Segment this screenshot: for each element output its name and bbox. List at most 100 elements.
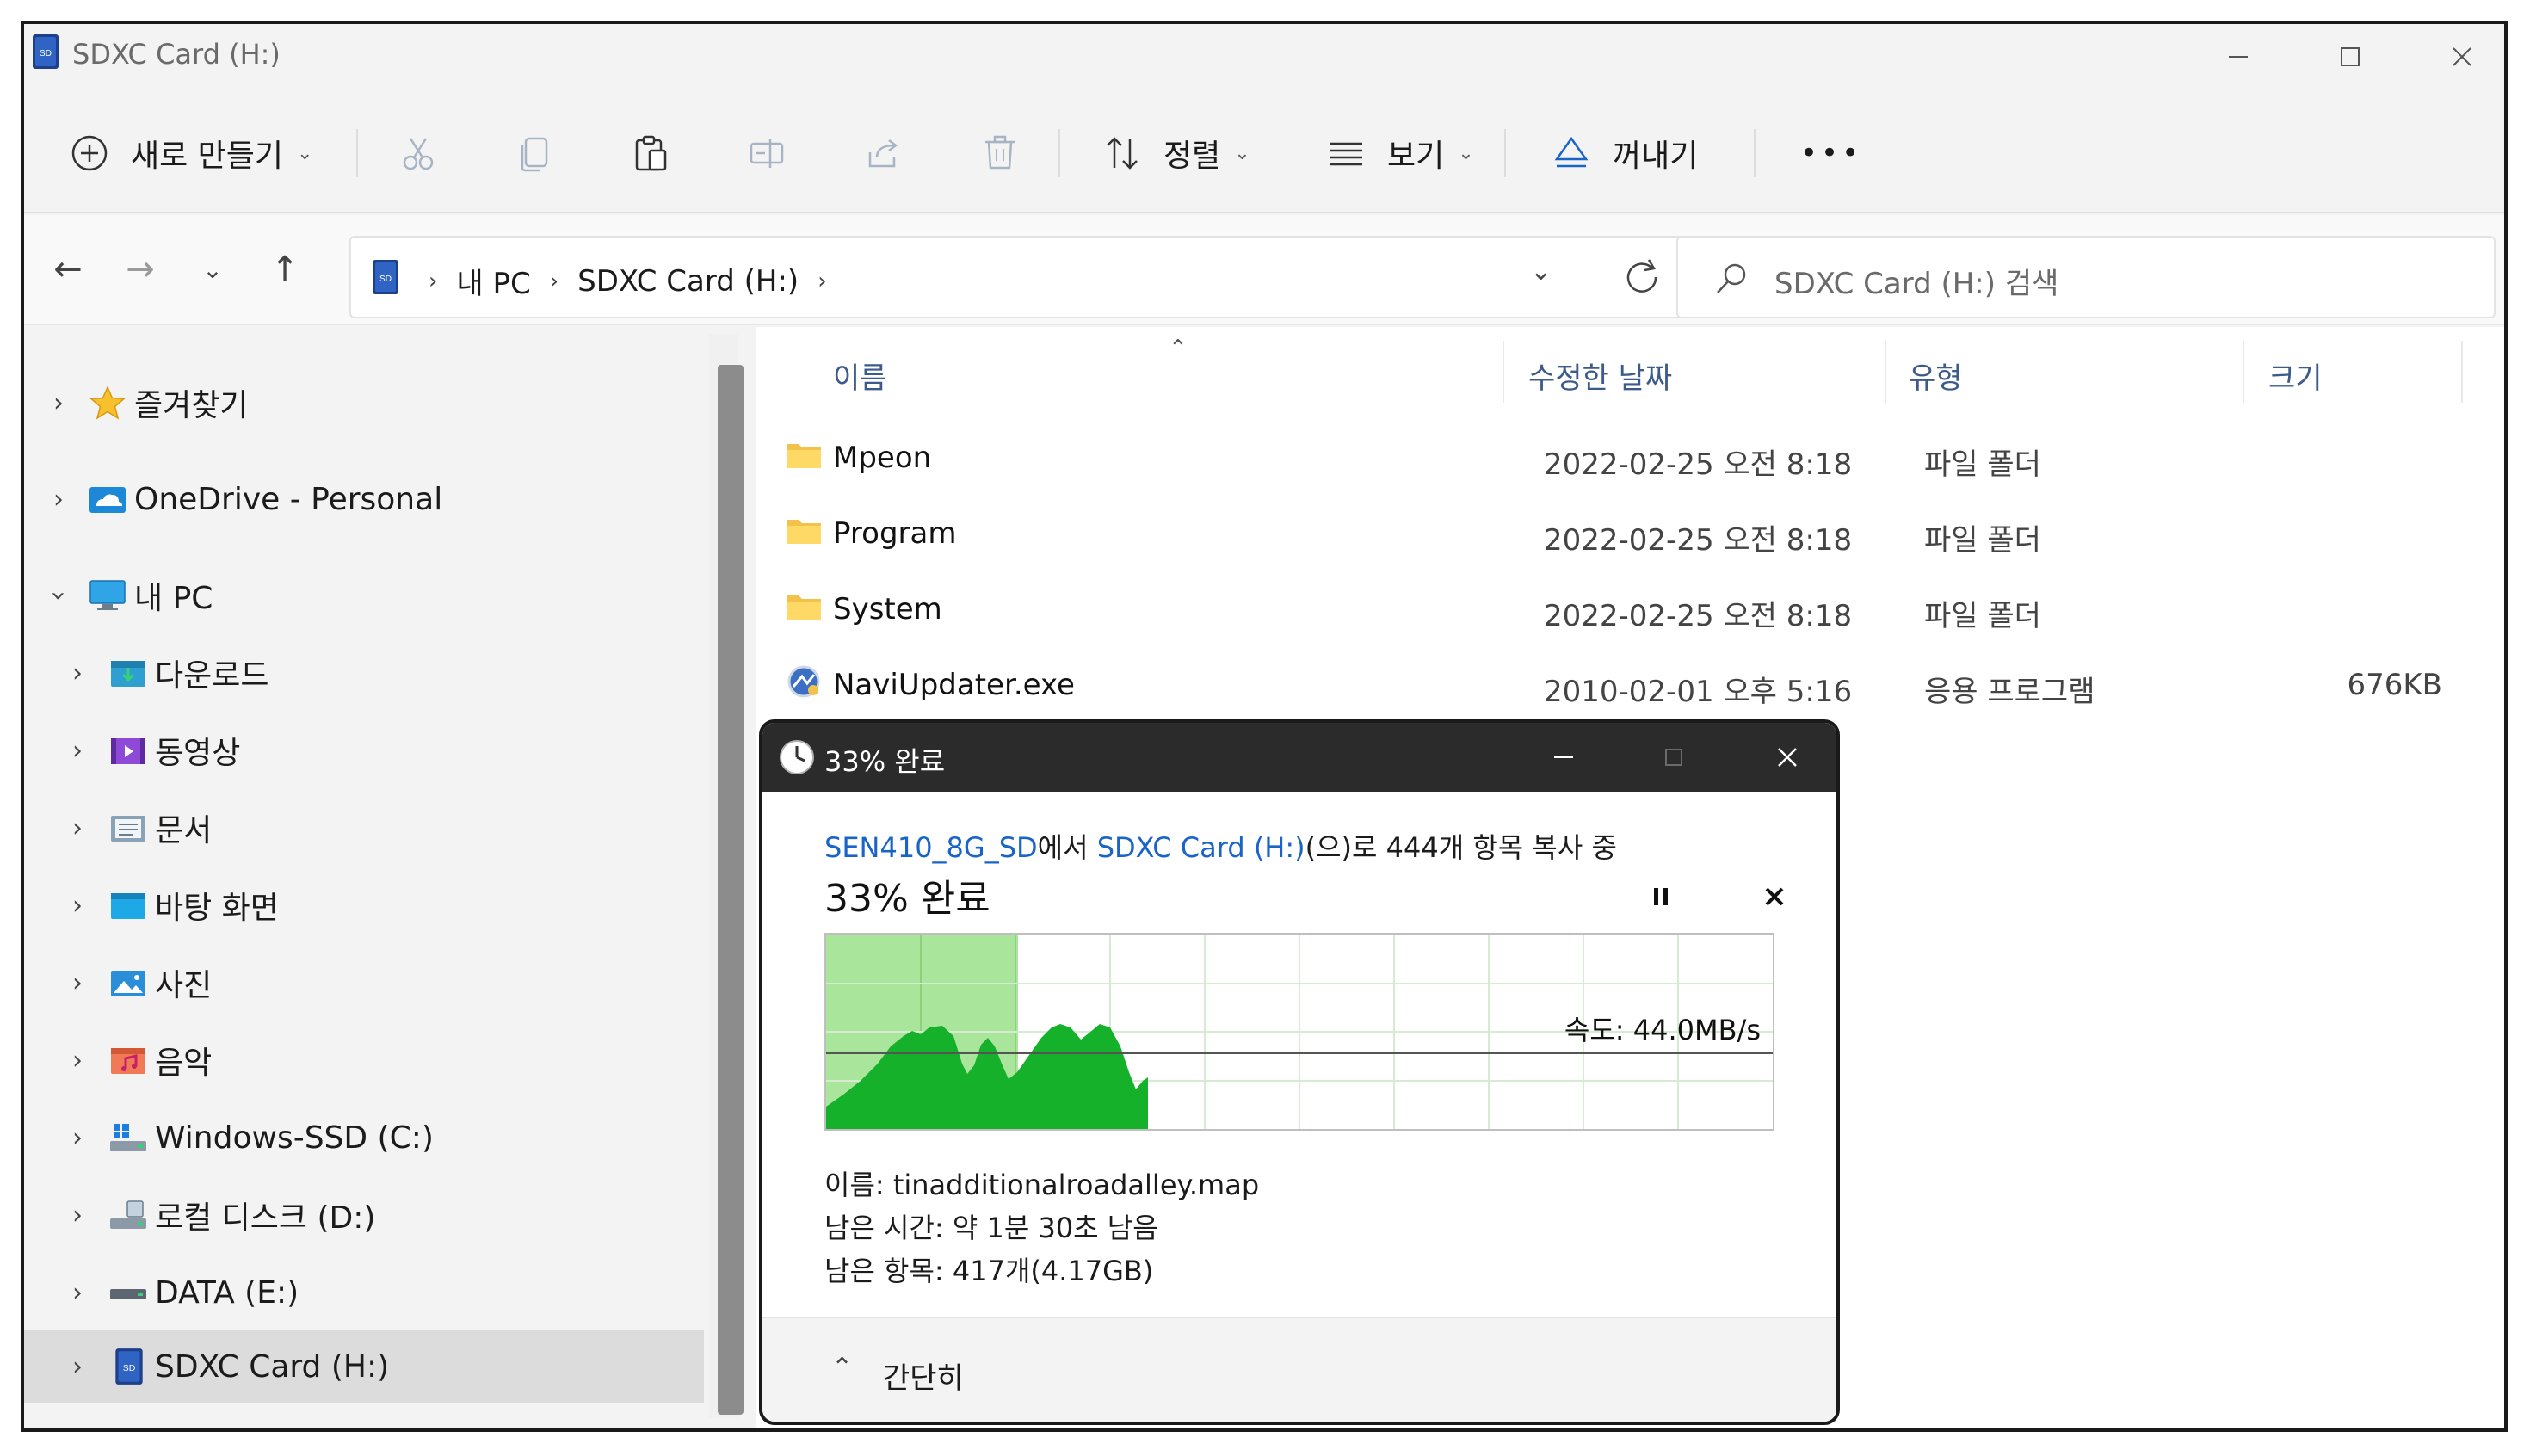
arrow-up-icon: ↑: [270, 250, 299, 289]
share-button[interactable]: [859, 117, 907, 189]
chevron-right-icon[interactable]: ›: [60, 891, 95, 921]
close-button[interactable]: [2406, 29, 2504, 84]
file-row[interactable]: NaviUpdater.exe 2010-02-01 오후 5:16 응용 프로…: [781, 649, 2485, 723]
paste-button[interactable]: [626, 117, 675, 189]
file-row[interactable]: Mpeon 2022-02-25 오전 8:18 파일 폴더: [781, 422, 2485, 496]
file-name: System: [833, 592, 942, 626]
pause-icon: [1654, 888, 1668, 905]
column-header-name[interactable]: 이름: [833, 355, 887, 397]
recent-locations-button[interactable]: ⌄: [182, 239, 243, 299]
paste-icon: [635, 135, 667, 171]
sort-ascending-icon: ⌃: [1169, 336, 1188, 361]
sidebar-item-this-pc[interactable]: › 내 PC: [24, 559, 704, 632]
arrow-right-icon: →: [126, 250, 155, 289]
chevron-right-icon[interactable]: ›: [60, 1123, 95, 1153]
pictures-icon: [111, 971, 145, 996]
current-file-name: 이름: tinadditionalroadalley.map: [824, 1169, 1260, 1201]
sidebar-item-videos[interactable]: › 동영상: [24, 714, 704, 787]
chevron-right-icon: ›: [549, 268, 559, 294]
sidebar-item-label: 사진: [155, 968, 213, 1003]
rename-button[interactable]: [744, 117, 792, 189]
pause-button[interactable]: [1637, 873, 1685, 924]
chevron-right-icon[interactable]: ›: [60, 1200, 95, 1231]
dialog-close-button[interactable]: [1740, 728, 1835, 787]
sidebar-item-label: Windows-SSD (C:): [155, 1120, 434, 1156]
sidebar-item-documents[interactable]: › 문서: [24, 792, 704, 864]
sidebar-item-pictures[interactable]: › 사진: [24, 947, 704, 1019]
dialog-maximize-button[interactable]: [1626, 728, 1721, 787]
refresh-button[interactable]: [1611, 246, 1671, 310]
chevron-right-icon[interactable]: ›: [60, 1352, 95, 1382]
chevron-right-icon[interactable]: ›: [60, 968, 95, 998]
sidebar-item-label: DATA (E:): [155, 1274, 299, 1311]
sidebar-item-drive-h[interactable]: › SD SDXC Card (H:): [24, 1330, 704, 1403]
fewer-details-label: 간단히: [883, 1361, 964, 1396]
up-button[interactable]: ↑: [255, 239, 315, 299]
sidebar-item-music[interactable]: › 음악: [24, 1024, 704, 1096]
sidebar-item-onedrive[interactable]: › OneDrive - Personal: [24, 463, 704, 535]
file-row[interactable]: Program 2022-02-25 오전 8:18 파일 폴더: [781, 497, 2485, 571]
svg-text:SD: SD: [40, 49, 52, 59]
destination-suffix: (으)로 444개 항목 복사 중: [1305, 831, 1617, 864]
chevron-right-icon[interactable]: ›: [60, 736, 95, 766]
sidebar-item-drive-c[interactable]: › Windows-SSD (C:): [24, 1101, 704, 1174]
search-input[interactable]: SDXC Card (H:) 검색: [1774, 260, 2058, 302]
new-label: 새로 만들기: [131, 139, 284, 174]
sidebar-item-label: OneDrive - Personal: [134, 481, 443, 517]
local-disk-icon: [110, 1200, 146, 1229]
sidebar-item-drive-e[interactable]: › DATA (E:): [24, 1256, 704, 1329]
cut-button[interactable]: [394, 117, 442, 189]
maximize-icon: [2341, 47, 2360, 66]
chevron-right-icon[interactable]: ›: [60, 1278, 95, 1308]
delete-button[interactable]: [976, 117, 1024, 189]
chevron-right-icon[interactable]: ›: [818, 268, 826, 294]
chevron-right-icon[interactable]: ›: [60, 1046, 95, 1076]
folder-icon: [787, 595, 821, 620]
file-modified: 2022-02-25 오전 8:18: [1544, 447, 1853, 482]
cancel-copy-button[interactable]: [1750, 873, 1799, 924]
back-button[interactable]: ←: [38, 239, 98, 299]
breadcrumb-item-pc[interactable]: 내 PC: [456, 260, 530, 302]
copy-button[interactable]: [511, 117, 559, 189]
more-button[interactable]: •••: [1792, 117, 1862, 189]
clock-icon: [780, 740, 814, 774]
view-button[interactable]: 보기 ⌄: [1322, 117, 1474, 189]
drive-icon: [110, 1289, 146, 1299]
destination-link[interactable]: SDXC Card (H:): [1097, 831, 1305, 864]
address-bar[interactable]: SD › 내 PC › SDXC Card (H:) › ⌄: [349, 236, 1685, 318]
address-dropdown-button[interactable]: ⌄: [1530, 256, 1552, 287]
maximize-button[interactable]: [2294, 29, 2406, 84]
eject-button[interactable]: 꺼내기: [1547, 117, 1698, 189]
source-suffix: 에서: [1037, 831, 1097, 864]
chevron-right-icon[interactable]: ›: [60, 658, 95, 688]
sidebar-item-favorites[interactable]: › 즐겨찾기: [24, 367, 704, 439]
new-button[interactable]: 새로 만들기 ⌄: [65, 117, 312, 189]
sidebar-scrollbar-thumb[interactable]: [718, 365, 744, 1415]
chevron-right-icon[interactable]: ›: [41, 388, 76, 418]
dialog-minimize-button[interactable]: [1516, 728, 1611, 787]
chevron-right-icon[interactable]: ›: [60, 813, 95, 843]
view-label: 보기: [1387, 139, 1445, 174]
address-row: ← → ⌄ ↑ SD › 내 PC › SDXC Card (H:) › ⌄ S…: [24, 215, 2504, 325]
sidebar-item-label: 내 PC: [134, 581, 213, 616]
file-name: Program: [833, 516, 957, 551]
chevron-right-icon[interactable]: ›: [41, 484, 76, 515]
column-header-size[interactable]: 크기: [2268, 355, 2323, 397]
sidebar-item-desktop[interactable]: › 바탕 화면: [24, 869, 704, 941]
forward-button[interactable]: →: [110, 239, 170, 299]
column-header-modified[interactable]: 수정한 날짜: [1528, 355, 1672, 397]
source-link[interactable]: SEN410_8G_SD: [824, 831, 1038, 864]
sidebar-item-downloads[interactable]: › 다운로드: [24, 637, 704, 709]
svg-text:SD: SD: [380, 275, 392, 284]
file-row[interactable]: System 2022-02-25 오전 8:18 파일 폴더: [781, 573, 2485, 647]
sidebar-item-drive-d[interactable]: › 로컬 디스크 (D:): [24, 1179, 704, 1251]
minimize-icon: [1554, 756, 1573, 758]
sort-button[interactable]: 정렬 ⌄: [1098, 117, 1250, 189]
column-header-type[interactable]: 유형: [1909, 355, 1963, 397]
music-icon: [111, 1048, 145, 1074]
search-box[interactable]: SDXC Card (H:) 검색: [1676, 236, 2496, 318]
fewer-details-button[interactable]: ⌃ 간단히: [814, 1339, 1021, 1408]
minimize-button[interactable]: [2182, 29, 2294, 84]
chevron-down-icon[interactable]: ›: [44, 578, 74, 613]
breadcrumb-item-sdxc[interactable]: SDXC Card (H:): [577, 264, 799, 299]
